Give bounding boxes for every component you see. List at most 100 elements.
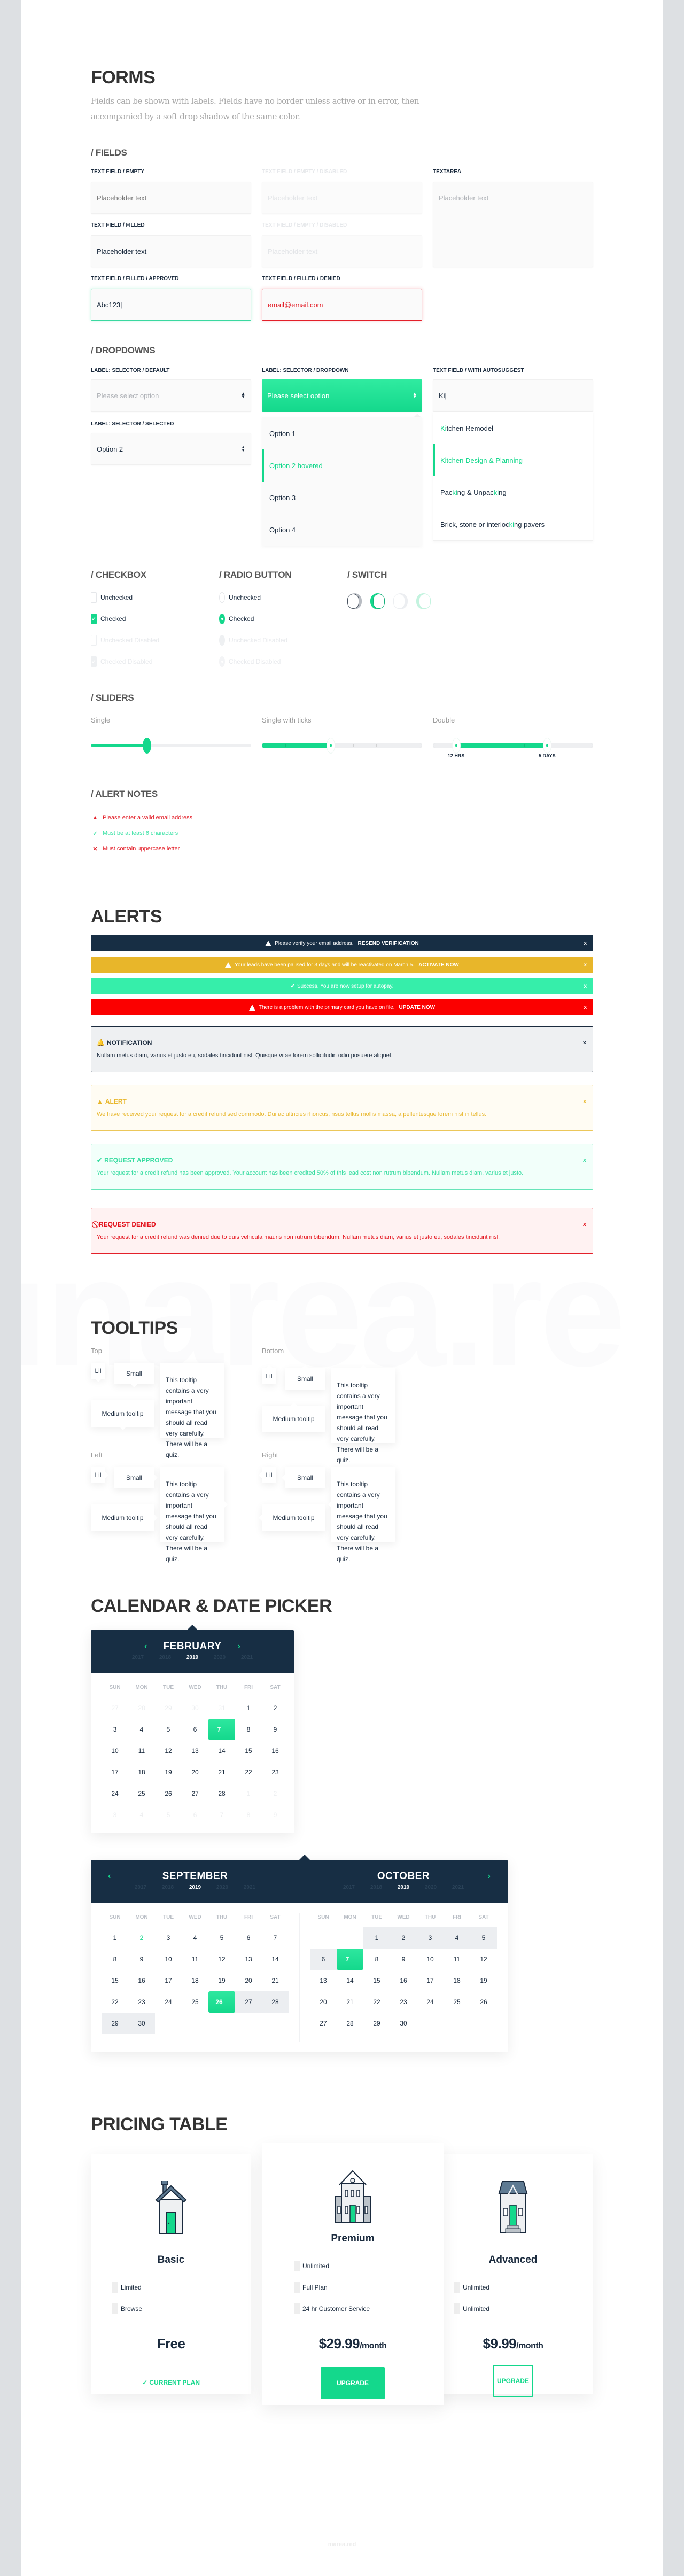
calendar-day[interactable]: 19 [470,1970,497,1991]
calendar-day[interactable]: 23 [128,1991,155,2013]
calendar-day[interactable]: 3 [417,1927,444,1949]
close-icon[interactable]: x [583,1096,586,1107]
calendar-day[interactable]: 25 [182,1991,208,2013]
selector-selected[interactable]: Option 2 ▲ ▼ [91,433,251,465]
close-icon[interactable]: x [584,962,587,968]
calendar-day[interactable]: 21 [337,1991,363,2013]
year-option[interactable]: 2021 [445,1884,472,1890]
calendar-day[interactable]: 6 [182,1719,208,1740]
calendar-day[interactable]: 20 [235,1970,262,1991]
calendar-day[interactable]: 25 [444,1991,470,2013]
autosuggest-input[interactable]: Ki| [433,379,593,412]
autosuggest-option[interactable]: Brick, stone or interloc ki ng pavers [433,508,593,540]
calendar-day[interactable]: 22 [235,1762,262,1783]
calendar-day[interactable]: 10 [417,1949,444,1970]
calendar-day[interactable]: 14 [208,1740,235,1762]
calendar-day[interactable]: 9 [390,1949,417,1970]
year-option[interactable]: 2017 [127,1884,154,1890]
dropdown-option[interactable]: Option 4 [262,514,422,546]
calendar-day[interactable]: 13 [235,1949,262,1970]
calendar-day[interactable]: 24 [417,1991,444,2013]
year-option[interactable]: 2017 [336,1884,363,1890]
calendar-day[interactable]: 24 [102,1783,128,1804]
autosuggest-option[interactable]: Pac ki ng & Unpac ki ng [433,476,593,508]
calendar-day[interactable]: 18 [182,1970,208,1991]
calendar-day[interactable]: 4 [128,1719,155,1740]
alert-banner-action[interactable]: UPDATE NOW [399,1005,435,1011]
calendar-day[interactable]: 30 [390,2013,417,2034]
prev-month-chevron-icon[interactable]: ‹ [144,1642,147,1651]
close-icon[interactable]: x [583,1037,586,1048]
calendar-day[interactable]: 8 [363,1949,390,1970]
calendar-day[interactable]: 5 [470,1927,497,1949]
calendar-day[interactable]: 3 [155,1927,182,1949]
calendar-day[interactable]: 8 [235,1719,262,1740]
calendar-day[interactable]: 28 [337,2013,363,2034]
year-option[interactable]: 2018 [152,1655,179,1661]
year-option[interactable]: 2020 [206,1655,234,1661]
alert-banner-action[interactable]: RESEND VERIFICATION [358,941,419,946]
calendar-day[interactable]: 27 [310,2013,337,2034]
toggle-switch[interactable] [370,593,385,609]
radio-item[interactable]: Unchecked [219,592,287,603]
calendar-day[interactable]: 28 [208,1783,235,1804]
calendar-day[interactable]: 24 [155,1991,182,2013]
close-icon[interactable]: x [584,1005,587,1011]
close-icon[interactable]: x [583,1219,586,1230]
dropdown-option[interactable]: Option 1 [262,417,422,449]
calendar-day[interactable]: 18 [128,1762,155,1783]
calendar-day[interactable]: 2 [262,1697,289,1719]
calendar-day[interactable]: 30 [128,2013,155,2034]
next-month-chevron-icon[interactable]: › [488,1872,491,1881]
calendar-day[interactable]: 19 [155,1762,182,1783]
calendar-day[interactable]: 26 [470,1991,497,2013]
calendar-day[interactable]: 6 [235,1927,262,1949]
slider-thumb-high[interactable] [542,738,551,754]
calendar-day[interactable]: 2 [390,1927,417,1949]
radio-item[interactable]: Checked [219,614,287,624]
calendar-day[interactable]: 22 [102,1991,128,2013]
calendar-day[interactable]: 16 [390,1970,417,1991]
calendar-day[interactable]: 20 [182,1762,208,1783]
calendar-day[interactable]: 16 [128,1970,155,1991]
year-option[interactable]: 2021 [234,1655,261,1661]
text-field-denied[interactable]: email@email.com [262,289,422,321]
calendar-day[interactable]: 3 [102,1719,128,1740]
slider-single[interactable] [91,738,251,754]
calendar-day[interactable]: 21 [208,1762,235,1783]
toggle-switch[interactable] [347,593,362,609]
selector-dropdown[interactable]: Please select option ▲ ▼ [262,379,422,412]
autosuggest-option[interactable]: Kitchen Design & Planning [433,444,593,476]
year-option[interactable]: 2021 [236,1884,263,1890]
calendar-day[interactable]: 29 [363,2013,390,2034]
upgrade-button-advanced[interactable]: UPGRADE [493,2365,533,2397]
calendar-day-selected[interactable]: 26 [208,1991,235,2013]
checkbox-item[interactable]: Unchecked [91,592,159,603]
year-option[interactable]: 2017 [125,1655,152,1661]
year-option[interactable]: 2019 [390,1884,417,1890]
calendar-day[interactable]: 27 [235,1991,262,2013]
dropdown-option[interactable]: Option 3 [262,482,422,514]
calendar-day[interactable]: 11 [444,1949,470,1970]
calendar-day[interactable]: 6 [310,1949,337,1970]
calendar-day[interactable]: 15 [235,1740,262,1762]
year-option[interactable]: 2019 [179,1655,206,1661]
calendar-day[interactable]: 14 [337,1970,363,1991]
year-option[interactable]: 2018 [363,1884,390,1890]
slider-with-ticks[interactable] [262,738,422,754]
autosuggest-option[interactable]: Ki tchen Remodel [433,412,593,444]
close-icon[interactable]: x [584,941,587,946]
calendar-day[interactable]: 13 [182,1740,208,1762]
calendar-day[interactable]: 23 [262,1762,289,1783]
alert-banner-action[interactable]: ACTIVATE NOW [418,962,459,968]
calendar-day[interactable]: 29 [102,2013,128,2034]
year-option[interactable]: 2020 [209,1884,236,1890]
calendar-day[interactable]: 17 [155,1970,182,1991]
calendar-day[interactable]: 20 [310,1991,337,2013]
calendar-day[interactable]: 10 [102,1740,128,1762]
close-icon[interactable]: x [583,1155,586,1166]
text-field-approved[interactable]: Abc123| [91,289,251,321]
close-icon[interactable]: x [584,983,587,989]
text-field-filled[interactable]: Placeholder text [91,235,251,267]
year-option[interactable]: 2018 [154,1884,182,1890]
